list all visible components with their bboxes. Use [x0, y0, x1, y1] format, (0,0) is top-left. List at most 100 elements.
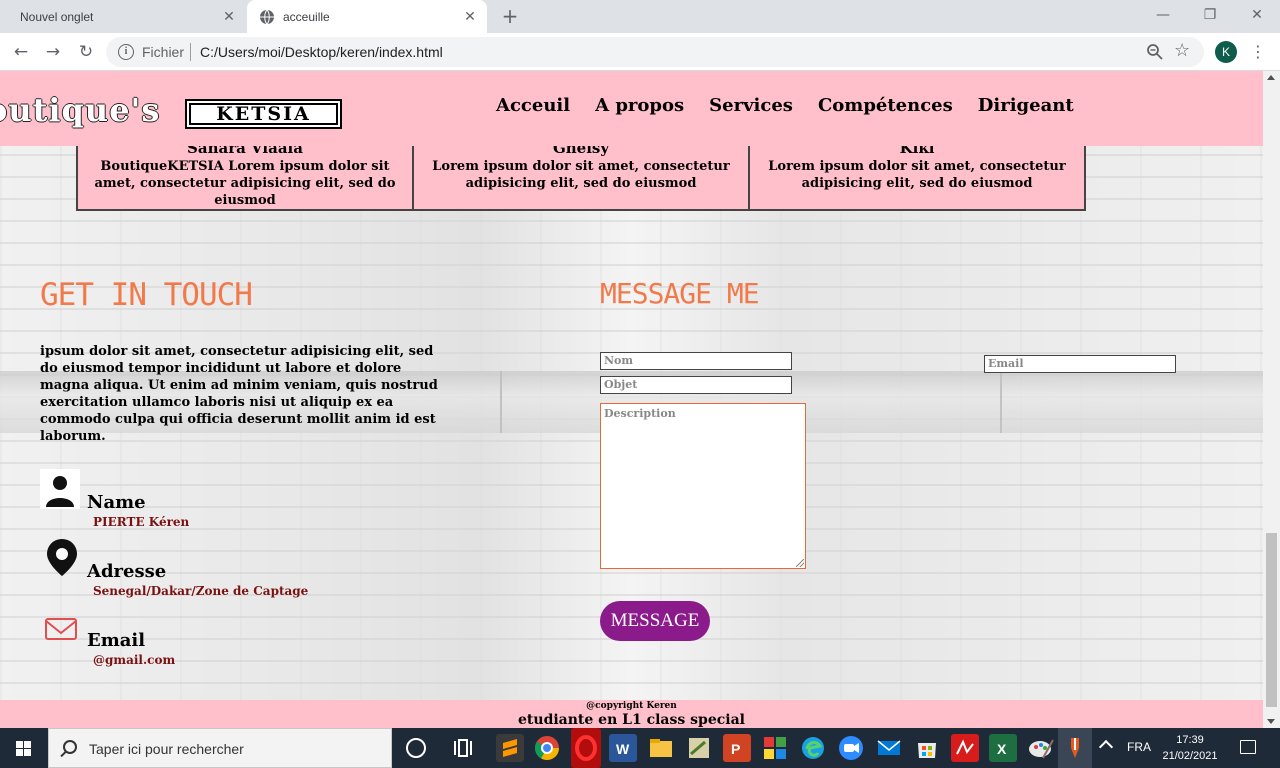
close-icon[interactable]: ✕	[463, 9, 477, 23]
contact-email-value: @gmail.com	[93, 653, 176, 667]
windows-start-icon[interactable]	[0, 728, 48, 768]
restore-icon[interactable]: ❐	[1198, 4, 1222, 26]
tray-date: 21/02/2021	[1162, 750, 1218, 762]
mail-icon[interactable]	[875, 734, 903, 762]
nav-link-a-propos[interactable]: A propos	[595, 95, 684, 116]
file-explorer-icon[interactable]	[647, 734, 675, 762]
search-icon	[63, 740, 77, 754]
excel-icon[interactable]: X	[989, 734, 1017, 762]
tray-language[interactable]: FRA	[1127, 740, 1151, 754]
tab-title: Nouvel onglet	[20, 9, 94, 24]
team-strip: Sanara Viaaia BoutiqueKETSIA Lorem ipsum…	[76, 146, 1086, 211]
taskbar-search-placeholder: Taper ici pour rechercher	[89, 741, 244, 757]
team-member-text: Lorem ipsum dolor sit amet, consectetur …	[768, 159, 1066, 191]
team-member-name: Gneisy	[552, 146, 610, 157]
address-url[interactable]: C:/Users/moi/Desktop/keren/index.html	[200, 44, 443, 60]
scrollbar-thumb[interactable]	[1266, 533, 1277, 707]
svg-text:P: P	[731, 741, 740, 757]
page-scrollbar[interactable]	[1263, 71, 1280, 728]
store-icon[interactable]	[913, 734, 941, 762]
forward-arrow-icon[interactable]: →	[42, 41, 64, 63]
sublime-text-icon[interactable]	[496, 734, 524, 762]
bookmark-star-icon[interactable]: ☆	[1174, 41, 1194, 61]
team-member: Sanara Viaaia BoutiqueKETSIA Lorem ipsum…	[78, 146, 414, 209]
email-input[interactable]: Email	[984, 355, 1176, 373]
site-logo-box[interactable]: KETSIA	[185, 99, 342, 129]
zoom-app-icon[interactable]	[837, 734, 865, 762]
contact-name-value: PIERTE Kéren	[93, 515, 190, 529]
browser-menu-icon[interactable]: ⋮	[1250, 41, 1266, 63]
new-tab-icon[interactable]: +	[499, 6, 521, 28]
taskbar-search-box[interactable]: Taper ici pour rechercher	[48, 728, 392, 768]
message-submit-button[interactable]: MESSAGE	[600, 601, 710, 641]
apps-grid-icon[interactable]	[761, 734, 789, 762]
scroll-up-arrow-icon[interactable]	[1267, 75, 1275, 80]
team-member: Kiki Lorem ipsum dolor sit amet, consect…	[750, 146, 1084, 209]
nav-link-acceuil[interactable]: Acceuil	[496, 95, 570, 116]
svg-text:W: W	[616, 741, 630, 757]
nav-link-dirigeant[interactable]: Dirigeant	[978, 95, 1074, 116]
address-bar[interactable]: i Fichier C:/Users/moi/Desktop/keren/ind…	[106, 37, 1204, 67]
address-scheme: Fichier	[142, 44, 185, 60]
get-in-touch-text: ipsum dolor sit amet, consectetur adipis…	[40, 344, 438, 444]
location-pin-icon	[47, 539, 77, 576]
screen: Nouvel onglet ✕ acceuille ✕ + — ❐ ✕ ← → …	[0, 0, 1280, 768]
contact-address-label: Adresse	[87, 561, 167, 582]
resize-grip-icon[interactable]	[796, 559, 804, 567]
site-nav: Acceuil A propos Services Compétences Di…	[496, 95, 1074, 116]
nav-link-services[interactable]: Services	[709, 95, 793, 116]
tab-acceuille[interactable]: acceuille ✕	[247, 0, 487, 33]
browser-toolbar: ← → ↻ i Fichier C:/Users/moi/Desktop/ker…	[0, 33, 1280, 71]
footer-student: etudiante en L1 class special	[518, 712, 745, 728]
gimp-icon[interactable]	[685, 734, 713, 762]
tab-new-tab[interactable]: Nouvel onglet ✕	[0, 0, 246, 33]
nav-link-competences[interactable]: Compétences	[818, 95, 953, 116]
task-view-icon[interactable]	[454, 739, 472, 757]
site-logo-text[interactable]: outique's	[0, 91, 160, 129]
edge-icon[interactable]	[799, 734, 827, 762]
page-viewport: outique's KETSIA Acceuil A propos Servic…	[0, 71, 1263, 728]
tab-title: acceuille	[283, 9, 330, 24]
close-icon[interactable]: ✕	[222, 9, 236, 23]
profile-avatar[interactable]: K	[1215, 41, 1237, 63]
svg-text:X: X	[997, 741, 1007, 757]
message-me-heading: MESSAGE ME	[600, 277, 760, 310]
contact-name-label: Name	[87, 492, 146, 513]
paint-icon[interactable]	[1027, 734, 1055, 762]
address-separator	[190, 43, 191, 61]
windows-taskbar: Taper ici pour rechercher W P X FRA 17:3…	[0, 728, 1280, 768]
minimize-icon[interactable]: —	[1151, 4, 1175, 26]
active-app-icon[interactable]	[1061, 734, 1089, 762]
contact-address-value: Senegal/Dakar/Zone de Captage	[93, 584, 309, 598]
browser-tabstrip: Nouvel onglet ✕ acceuille ✕ + — ❐ ✕	[0, 0, 1280, 33]
person-icon	[40, 469, 80, 509]
team-member-name: Sanara Viaaia	[187, 146, 303, 157]
site-footer: @copyright Keren etudiante en L1 class s…	[0, 700, 1263, 728]
pdf-reader-icon[interactable]	[951, 734, 979, 762]
nom-input[interactable]: Nom	[600, 352, 792, 370]
cortana-icon[interactable]	[406, 738, 426, 758]
back-arrow-icon[interactable]: ←	[10, 41, 32, 63]
footer-copyright: @copyright Keren	[586, 701, 677, 711]
info-icon[interactable]: i	[118, 44, 134, 60]
notification-center-icon[interactable]	[1240, 740, 1256, 754]
site-logo-box-text: KETSIA	[189, 103, 338, 125]
tray-chevron-up-icon[interactable]	[1098, 739, 1114, 755]
globe-icon	[260, 9, 274, 24]
objet-input[interactable]: Objet	[600, 376, 792, 394]
tray-clock[interactable]: 17:39 21/02/2021	[1158, 732, 1222, 764]
scroll-down-arrow-icon[interactable]	[1267, 719, 1275, 724]
reload-icon[interactable]: ↻	[75, 41, 97, 63]
team-member-name: Kiki	[899, 146, 935, 157]
word-icon[interactable]: W	[609, 734, 637, 762]
powerpoint-icon[interactable]: P	[723, 734, 751, 762]
chrome-icon[interactable]	[533, 734, 561, 762]
description-placeholder: Description	[604, 407, 676, 420]
window-close-icon[interactable]: ✕	[1245, 4, 1269, 26]
contact-email-label: Email	[87, 630, 146, 651]
tray-time: 17:39	[1176, 734, 1204, 746]
opera-icon[interactable]	[571, 728, 601, 768]
team-member-text: BoutiqueKETSIA Lorem ipsum dolor sit ame…	[94, 159, 396, 208]
description-textarea[interactable]: Description	[600, 403, 806, 569]
zoom-icon[interactable]	[1146, 43, 1164, 61]
